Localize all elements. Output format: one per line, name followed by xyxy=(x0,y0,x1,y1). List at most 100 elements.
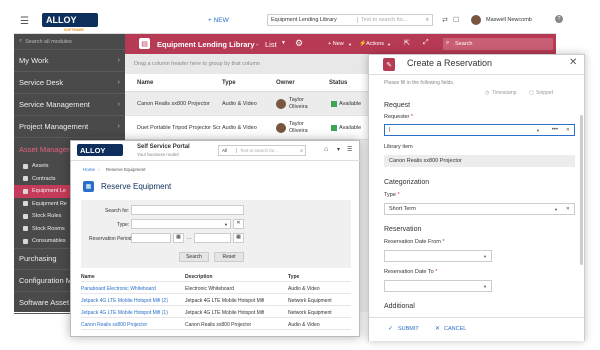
period-end-input[interactable] xyxy=(194,233,231,243)
sub-label: Stock Rules xyxy=(32,213,62,220)
column-type[interactable]: Type xyxy=(222,74,236,91)
column-type[interactable]: Type xyxy=(288,274,299,280)
column-description[interactable]: Description xyxy=(185,274,213,280)
toolbar-icon-b[interactable]: ☐ xyxy=(453,16,459,24)
module-search[interactable]: ⌕ Search all modules xyxy=(14,34,125,50)
clear-icon[interactable]: ✕ xyxy=(566,127,570,133)
type-label-text: Type xyxy=(384,192,396,198)
list-search-input[interactable]: Search xyxy=(455,41,472,47)
timestamp-button[interactable]: Timestamp xyxy=(492,90,517,96)
period-start-input[interactable] xyxy=(131,233,171,243)
type-select[interactable]: Short Term ▼ ✕ xyxy=(384,203,575,215)
cell-type: Audio & Video xyxy=(222,124,257,131)
table-row[interactable]: Canon Realis sx800 Projector Audio & Vid… xyxy=(125,92,370,116)
required-marker: * xyxy=(397,192,400,198)
more-icon[interactable]: ••• xyxy=(552,127,558,133)
view-dropdown-icon[interactable]: ▼ xyxy=(281,40,286,46)
portal-search[interactable]: All Text to search for... ⌕ xyxy=(218,145,306,156)
reset-button[interactable]: Reset xyxy=(214,252,244,262)
table-row[interactable]: Canon Realis sx800 Projector Canon Reali… xyxy=(81,320,351,330)
period-start-calendar[interactable]: ▦ xyxy=(173,233,184,243)
clear-icon[interactable]: ✕ xyxy=(566,206,570,212)
table-row[interactable]: Jetpack 4G LTE Mobile Hotspot Mifi (1) J… xyxy=(81,308,351,318)
new-dropdown-icon[interactable]: ▼ xyxy=(348,42,352,47)
chevron-down-icon[interactable]: ▼ xyxy=(483,254,487,259)
global-search[interactable]: Equipment Lending Library Text to search… xyxy=(267,14,433,26)
date-from-field[interactable]: ▼ xyxy=(384,250,492,262)
portal-logo[interactable]: ALLOY xyxy=(77,144,123,156)
portal-search-scope[interactable]: All xyxy=(219,148,237,153)
status-text: Available xyxy=(339,100,362,107)
gear-icon[interactable]: ⚙ xyxy=(295,38,303,49)
view-selector[interactable]: List xyxy=(265,40,277,49)
nav-item-project-management[interactable]: Project Management › xyxy=(14,116,125,138)
actions-button[interactable]: Actions xyxy=(366,41,384,47)
list-header-bar: ▤ Equipment Lending Library - List ▼ ⚙ +… xyxy=(125,34,556,54)
submit-button[interactable]: SUBMIT xyxy=(398,326,419,332)
table-row[interactable]: Jetpack 4G LTE Mobile Hotspot Mifi (2) J… xyxy=(81,296,351,306)
nav-item-service-desk[interactable]: Service Desk › xyxy=(14,72,125,94)
period-end-calendar[interactable]: ▦ xyxy=(233,233,244,243)
user-name[interactable]: Maxwell Newcomb xyxy=(486,17,532,23)
module-search-input[interactable]: Search all modules xyxy=(25,39,72,45)
cart-icon[interactable]: ▾ xyxy=(337,146,340,153)
nav-item-service-management[interactable]: Service Management › xyxy=(14,94,125,116)
sub-label: Equipment Re xyxy=(32,200,67,207)
type-select[interactable]: ▼ xyxy=(131,219,231,229)
owner-avatar xyxy=(276,98,286,109)
search-icon[interactable]: ⌕ xyxy=(300,148,303,154)
search-icon[interactable]: ⌕ xyxy=(426,17,429,24)
user-avatar[interactable] xyxy=(471,15,481,25)
cell-name[interactable]: Duet Portable Tripod Projector Scr xyxy=(137,116,221,139)
status-text: Available xyxy=(339,124,362,131)
search-scope-select[interactable]: Equipment Lending Library xyxy=(268,17,358,23)
new-button[interactable]: + NEW xyxy=(208,17,229,24)
modal-scrollbar[interactable] xyxy=(580,115,583,265)
fullscreen-icon[interactable]: ⤢ xyxy=(423,39,429,47)
new-record-button[interactable]: + New xyxy=(328,41,344,47)
help-icon[interactable]: ? xyxy=(555,15,563,23)
column-name[interactable]: Name xyxy=(81,274,95,280)
search-button[interactable]: Search xyxy=(179,252,209,262)
row-name-link[interactable]: Panaboard Electronic Whiteboard xyxy=(81,286,156,292)
chevron-down-icon[interactable]: ▼ xyxy=(483,284,487,289)
search-input[interactable]: Text to search for... xyxy=(358,17,407,23)
actions-dropdown-icon[interactable]: ▼ xyxy=(387,42,391,47)
home-icon[interactable]: ⌂ xyxy=(324,146,328,153)
check-icon[interactable]: ✓ xyxy=(388,325,393,332)
clock-icon[interactable]: ◷ xyxy=(485,90,489,96)
chevron-down-icon[interactable]: ▼ xyxy=(536,128,540,133)
hamburger-menu-icon[interactable]: ☰ xyxy=(20,16,29,27)
chevron-down-icon[interactable]: ▼ xyxy=(554,207,558,212)
expand-icon[interactable]: ⇱ xyxy=(404,39,410,47)
user-menu-icon[interactable]: ☰ xyxy=(347,146,352,153)
date-to-field[interactable]: ▼ xyxy=(384,280,492,292)
row-name-link[interactable]: Jetpack 4G LTE Mobile Hotspot Mifi (1) xyxy=(81,310,168,316)
group-drop-area[interactable]: Drag a column header here to group by th… xyxy=(125,54,370,74)
cell-name[interactable]: Canon Realis sx800 Projector xyxy=(137,92,210,115)
portal-search-input[interactable]: Text to search for... xyxy=(237,148,278,153)
type-clear-button[interactable]: ✕ xyxy=(233,219,244,229)
cancel-icon[interactable]: ✕ xyxy=(435,325,440,332)
snippet-button[interactable]: Snippet xyxy=(536,90,553,96)
snippet-icon[interactable]: ▢ xyxy=(529,90,534,96)
requester-field[interactable]: | ▼ ••• ✕ xyxy=(384,124,575,136)
column-name[interactable]: Name xyxy=(137,74,153,91)
alloy-logo[interactable]: ALLOY xyxy=(42,13,98,27)
toolbar-icon-a[interactable]: ⇄ xyxy=(442,16,448,24)
column-owner[interactable]: Owner xyxy=(276,74,295,91)
search-for-input[interactable] xyxy=(131,205,244,215)
chevron-down-icon[interactable]: ▼ xyxy=(224,222,228,227)
row-name-link[interactable]: Jetpack 4G LTE Mobile Hotspot Mifi (2) xyxy=(81,298,168,304)
type-value: Short Term xyxy=(389,206,416,212)
table-row[interactable]: Duet Portable Tripod Projector Scr Audio… xyxy=(125,116,370,140)
nav-item-my-work[interactable]: My Work › xyxy=(14,50,125,72)
breadcrumb-home[interactable]: Home xyxy=(83,167,95,172)
close-icon[interactable]: ✕ xyxy=(569,57,577,68)
cancel-button[interactable]: CANCEL xyxy=(444,326,466,332)
row-name-link[interactable]: Canon Realis sx800 Projector xyxy=(81,322,147,328)
table-row[interactable]: Panaboard Electronic Whiteboard Electron… xyxy=(81,284,351,294)
column-status[interactable]: Status xyxy=(329,74,347,91)
cell-status: Available xyxy=(331,116,361,139)
list-search[interactable]: ⌕ Search xyxy=(443,38,553,50)
